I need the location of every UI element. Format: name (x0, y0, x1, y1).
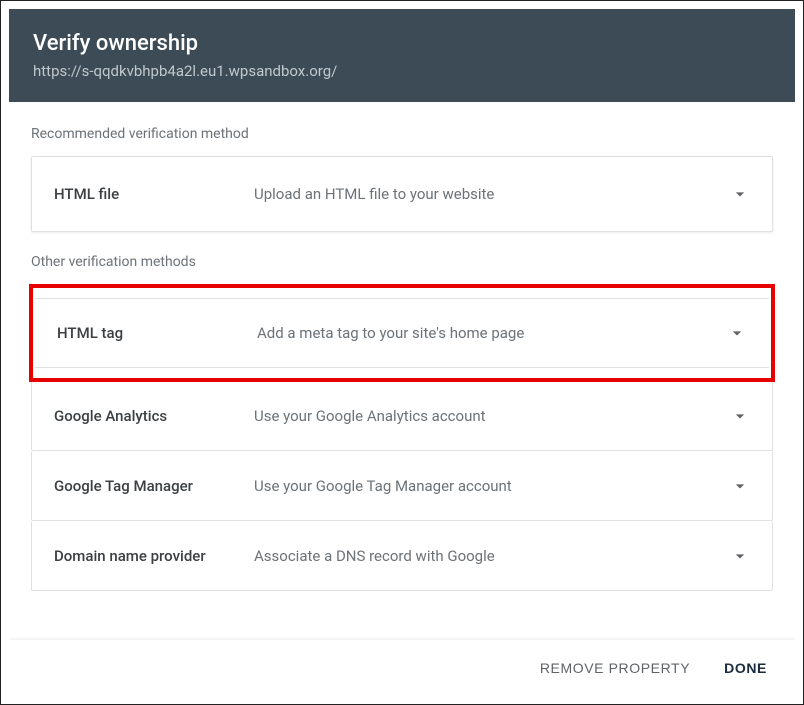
method-name: HTML tag (57, 324, 257, 342)
method-html-file[interactable]: HTML file Upload an HTML file to your we… (31, 156, 773, 232)
chevron-down-icon (730, 406, 750, 426)
dialog-header: Verify ownership https://s-qqdkvbhpb4a2l… (9, 9, 795, 102)
method-desc: Associate a DNS record with Google (254, 547, 730, 565)
method-name: Google Analytics (54, 407, 254, 425)
dialog-footer: REMOVE PROPERTY DONE (9, 640, 795, 696)
property-url: https://s-qqdkvbhpb4a2l.eu1.wpsandbox.or… (33, 62, 771, 80)
method-html-tag[interactable]: HTML tag Add a meta tag to your site's h… (35, 298, 769, 368)
verify-ownership-dialog: Verify ownership https://s-qqdkvbhpb4a2l… (9, 9, 795, 696)
method-google-analytics[interactable]: Google Analytics Use your Google Analyti… (31, 381, 773, 451)
chevron-down-icon (730, 546, 750, 566)
recommended-section-label: Recommended verification method (31, 126, 773, 142)
method-desc: Use your Google Analytics account (254, 407, 730, 425)
done-button[interactable]: DONE (720, 654, 771, 682)
method-name: Google Tag Manager (54, 477, 254, 495)
method-desc: Add a meta tag to your site's home page (257, 324, 727, 342)
method-domain-name-provider[interactable]: Domain name provider Associate a DNS rec… (31, 521, 773, 591)
method-google-tag-manager[interactable]: Google Tag Manager Use your Google Tag M… (31, 451, 773, 521)
method-name: HTML file (54, 185, 254, 203)
method-desc: Upload an HTML file to your website (254, 185, 730, 203)
other-methods-list: HTML tag Add a meta tag to your site's h… (31, 284, 773, 591)
chevron-down-icon (730, 476, 750, 496)
method-desc: Use your Google Tag Manager account (254, 477, 730, 495)
method-name: Domain name provider (54, 547, 254, 565)
dialog-frame: Verify ownership https://s-qqdkvbhpb4a2l… (0, 0, 804, 705)
chevron-down-icon (727, 323, 747, 343)
other-section-label: Other verification methods (31, 254, 773, 270)
remove-property-button[interactable]: REMOVE PROPERTY (536, 654, 694, 682)
dialog-content: Recommended verification method HTML fil… (9, 102, 795, 640)
highlighted-method: HTML tag Add a meta tag to your site's h… (29, 284, 775, 382)
dialog-title: Verify ownership (33, 31, 771, 56)
chevron-down-icon (730, 184, 750, 204)
